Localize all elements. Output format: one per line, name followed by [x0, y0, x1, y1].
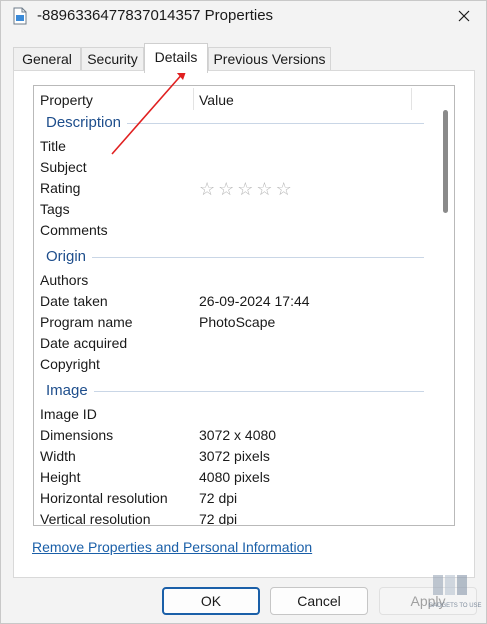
cancel-button[interactable]: Cancel [270, 587, 368, 615]
property-value[interactable]: 4080 pixels [199, 467, 270, 488]
list-header: Property Value [34, 86, 440, 112]
group-divider [46, 257, 424, 258]
column-header-value[interactable]: Value [193, 86, 411, 112]
property-name: Subject [40, 159, 87, 175]
list-item[interactable]: Authors [34, 270, 440, 291]
property-name: Horizontal resolution [40, 490, 168, 506]
star-icon[interactable]: ☆ [276, 179, 295, 199]
property-name: Height [40, 469, 81, 485]
rating-stars[interactable]: ☆☆☆☆☆ [199, 178, 295, 200]
property-name: Comments [40, 222, 108, 238]
title-bar: -8896336477837014357 Properties [1, 1, 486, 33]
star-icon[interactable]: ☆ [256, 179, 275, 199]
close-button[interactable] [449, 1, 479, 31]
list-item[interactable]: Title [34, 136, 440, 157]
tab-general[interactable]: General [13, 47, 81, 72]
list-body: Description Title Subject Rating ☆☆☆☆☆ T… [34, 112, 440, 526]
property-value[interactable]: 26-09-2024 17:44 [199, 291, 310, 312]
list-item[interactable]: Horizontal resolution 72 dpi [34, 488, 440, 509]
tab-previous-versions[interactable]: Previous Versions [208, 47, 331, 72]
ok-button[interactable]: OK [162, 587, 260, 615]
property-value[interactable]: 72 dpi [199, 488, 237, 509]
list-item[interactable]: Height 4080 pixels [34, 467, 440, 488]
watermark-text: GADGETS TO USE [428, 603, 481, 609]
group-image: Image [34, 380, 440, 402]
property-name: Image ID [40, 406, 97, 422]
close-icon [458, 10, 470, 22]
remove-properties-link[interactable]: Remove Properties and Personal Informati… [32, 539, 312, 555]
property-name: Vertical resolution [40, 511, 151, 526]
star-icon[interactable]: ☆ [218, 179, 237, 199]
scrollbar-thumb[interactable] [443, 110, 448, 213]
list-item[interactable]: Rating ☆☆☆☆☆ [34, 178, 440, 199]
property-name: Width [40, 448, 76, 464]
list-item[interactable]: Vertical resolution 72 dpi [34, 509, 440, 526]
star-icon[interactable]: ☆ [199, 179, 218, 199]
list-item[interactable]: Image ID [34, 404, 440, 425]
watermark-logo: GADGETS TO USE [428, 575, 482, 609]
list-item[interactable]: Tags [34, 199, 440, 220]
property-value[interactable]: 3072 pixels [199, 446, 270, 467]
property-name: Dimensions [40, 427, 114, 443]
star-icon[interactable]: ☆ [237, 179, 256, 199]
group-label: Image [46, 380, 94, 402]
list-item[interactable]: Comments [34, 220, 440, 241]
list-item[interactable]: Date acquired [34, 333, 440, 354]
property-name: Rating [40, 180, 81, 196]
column-divider[interactable] [411, 88, 412, 110]
list-item[interactable]: Program name PhotoScape [34, 312, 440, 333]
properties-dialog: -8896336477837014357 Properties General … [0, 0, 487, 624]
property-name: Authors [40, 272, 89, 288]
properties-list[interactable]: Property Value Description Title Subject [33, 85, 455, 526]
file-icon [13, 7, 27, 25]
list-item[interactable]: Dimensions 3072 x 4080 [34, 425, 440, 446]
property-value[interactable]: 72 dpi [199, 509, 237, 525]
tab-details[interactable]: Details [144, 43, 208, 73]
list-item[interactable]: Width 3072 pixels [34, 446, 440, 467]
property-value[interactable]: PhotoScape [199, 312, 275, 333]
property-name: Copyright [40, 356, 100, 372]
list-item[interactable]: Subject [34, 157, 440, 178]
group-description: Description [34, 112, 440, 134]
group-divider [46, 391, 424, 392]
group-label: Origin [46, 246, 93, 268]
vertical-scrollbar[interactable] [440, 86, 454, 525]
property-name: Program name [40, 314, 133, 330]
details-panel: Property Value Description Title Subject [13, 70, 475, 578]
list-item[interactable]: Date taken 26-09-2024 17:44 [34, 291, 440, 312]
property-name: Date acquired [40, 335, 128, 351]
property-name: Date taken [40, 293, 108, 309]
group-label: Description [46, 112, 128, 134]
property-name: Title [40, 138, 66, 154]
column-header-property[interactable]: Property [34, 86, 193, 112]
property-value[interactable]: 3072 x 4080 [199, 425, 276, 446]
tab-security[interactable]: Security [81, 47, 144, 72]
property-name: Tags [40, 201, 70, 217]
group-origin: Origin [34, 246, 440, 268]
window-title: -8896336477837014357 Properties [37, 7, 274, 24]
list-item[interactable]: Copyright [34, 354, 440, 375]
